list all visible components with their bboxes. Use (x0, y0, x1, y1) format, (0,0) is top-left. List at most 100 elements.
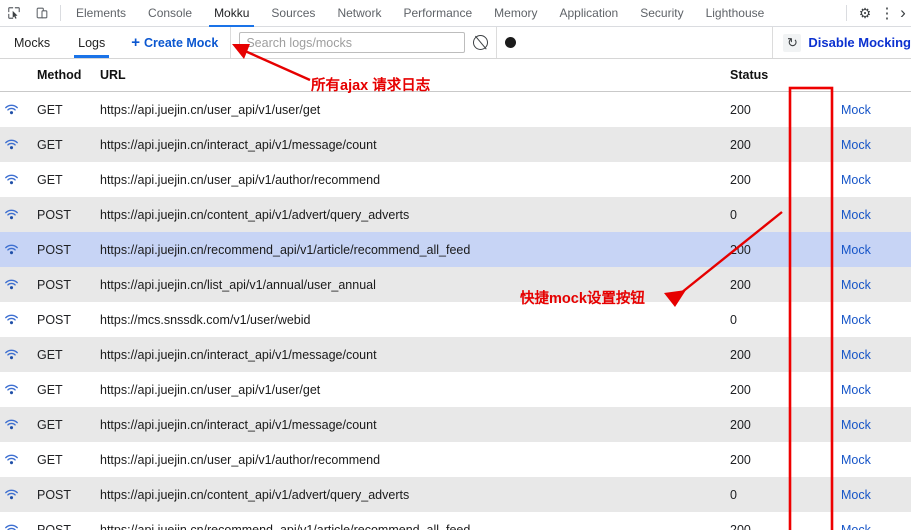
table-row[interactable]: POST https://api.juejin.cn/list_api/v1/an… (0, 267, 911, 302)
cell-status: 200 (730, 382, 751, 397)
mock-button[interactable]: Mock (826, 313, 911, 327)
request-type-icon (0, 349, 22, 360)
table-row[interactable]: POST https://mcs.snssdk.com/v1/user/webid… (0, 302, 911, 337)
kebab-menu-icon[interactable]: ⋮ (879, 0, 895, 26)
cell-method: POST (37, 487, 72, 502)
cell-method: POST (37, 312, 72, 327)
table-body: GET https://api.juejin.cn/user_api/v1/use… (0, 92, 911, 530)
table-row[interactable]: GET https://api.juejin.cn/interact_api/v1… (0, 127, 911, 162)
table-row[interactable]: GET https://api.juejin.cn/user_api/v1/use… (0, 92, 911, 127)
table-row[interactable]: POST https://api.juejin.cn/content_api/v1… (0, 477, 911, 512)
column-header-status[interactable]: Status (706, 68, 826, 82)
cell-url: https://api.juejin.cn/user_api/v1/author… (100, 452, 381, 467)
request-type-icon (0, 384, 22, 395)
cell-status: 200 (730, 277, 751, 292)
devtools-tab-label: Security (640, 6, 684, 20)
devtools-tab-security[interactable]: Security (629, 0, 694, 26)
mock-button-label: Mock (841, 242, 871, 257)
request-type-icon (0, 209, 22, 220)
request-type-icon-glyph (4, 524, 18, 530)
devtools-tab-console[interactable]: Console (137, 0, 203, 26)
create-mock-label: Create Mock (144, 35, 219, 50)
devtools-tab-memory[interactable]: Memory (483, 0, 548, 26)
chevron-right-glyph: › (900, 3, 906, 22)
table-row[interactable]: POST https://api.juejin.cn/content_api/v1… (0, 197, 911, 232)
mock-button-label: Mock (841, 207, 871, 222)
table-row[interactable]: GET https://api.juejin.cn/user_api/v1/aut… (0, 442, 911, 477)
record-icon[interactable] (505, 37, 517, 48)
request-type-icon-glyph (4, 244, 18, 255)
table-row[interactable]: GET https://api.juejin.cn/user_api/v1/aut… (0, 162, 911, 197)
devtools-tab-lighthouse[interactable]: Lighthouse (695, 0, 776, 26)
mock-button-label: Mock (841, 172, 871, 187)
toolbar-divider (60, 5, 61, 21)
devtools-tab-performance[interactable]: Performance (392, 0, 483, 26)
devtools-tab-network[interactable]: Network (326, 0, 392, 26)
chevron-right-icon[interactable]: › (895, 0, 911, 26)
disable-mocking-button[interactable]: Disable Mocking (808, 35, 911, 50)
record-group (496, 27, 772, 58)
mock-button[interactable]: Mock (826, 208, 911, 222)
search-input[interactable] (239, 32, 466, 53)
mock-button[interactable]: Mock (826, 278, 911, 292)
cell-status: 0 (730, 312, 737, 327)
cell-url: https://api.juejin.cn/interact_api/v1/me… (100, 347, 377, 362)
mock-button[interactable]: Mock (826, 383, 911, 397)
devtools-tab-label: Network (337, 6, 382, 20)
mock-button-label: Mock (841, 417, 871, 432)
devtools-tab-label: Mokku (214, 6, 250, 20)
table-row[interactable]: POST https://api.juejin.cn/recommend_api/… (0, 232, 911, 267)
mock-button-label: Mock (841, 137, 871, 152)
devtools-actions: ⚙ ⋮ › (851, 0, 911, 26)
mock-button[interactable]: Mock (826, 523, 911, 530)
request-type-icon (0, 489, 22, 500)
table-row[interactable]: GET https://api.juejin.cn/interact_api/v1… (0, 337, 911, 372)
column-header-method[interactable]: Method (0, 68, 100, 82)
refresh-icon[interactable]: ↻ (783, 33, 802, 52)
devtools-tab-mokku[interactable]: Mokku (203, 0, 260, 27)
device-toolbar-icon[interactable] (28, 0, 56, 26)
request-type-icon-glyph (4, 139, 18, 150)
tab-logs-label: Logs (78, 35, 106, 50)
cell-status: 200 (730, 102, 751, 117)
mock-button-label: Mock (841, 347, 871, 362)
request-type-icon-glyph (4, 349, 18, 360)
mock-button-label: Mock (841, 452, 871, 467)
gear-icon[interactable]: ⚙ (851, 0, 879, 26)
mock-button[interactable]: Mock (826, 173, 911, 187)
cell-status: 0 (730, 487, 737, 502)
cell-method: GET (37, 137, 63, 152)
cell-url: https://api.juejin.cn/user_api/v1/user/g… (100, 102, 321, 117)
devtools-tabbar: Elements Console Mokku Sources Network P… (0, 0, 911, 27)
create-mock-button[interactable]: + Create Mock (119, 27, 230, 58)
mock-button[interactable]: Mock (826, 103, 911, 117)
tab-mocks[interactable]: Mocks (0, 27, 64, 58)
request-type-icon-glyph (4, 104, 18, 115)
tab-logs[interactable]: Logs (64, 27, 119, 58)
devtools-tab-label: Sources (271, 6, 316, 20)
cell-method: GET (37, 172, 63, 187)
devtools-tab-label: Memory (494, 6, 538, 20)
mock-button[interactable]: Mock (826, 348, 911, 362)
mock-button[interactable]: Mock (826, 418, 911, 432)
mock-button[interactable]: Mock (826, 243, 911, 257)
mock-button[interactable]: Mock (826, 138, 911, 152)
cell-status: 200 (730, 137, 751, 152)
inspect-element-icon[interactable] (0, 0, 28, 26)
mock-button[interactable]: Mock (826, 453, 911, 467)
devtools-tab-elements[interactable]: Elements (65, 0, 137, 26)
clear-logs-icon[interactable] (473, 35, 489, 50)
devtools-tab-label: Application (559, 6, 619, 20)
request-type-icon (0, 174, 22, 185)
request-type-icon-glyph (4, 489, 18, 500)
table-row[interactable]: GET https://api.juejin.cn/interact_api/v1… (0, 407, 911, 442)
table-row[interactable]: POST https://api.juejin.cn/recommend_api/… (0, 512, 911, 530)
cell-url: https://api.juejin.cn/recommend_api/v1/a… (100, 242, 471, 257)
devtools-tab-application[interactable]: Application (549, 0, 630, 26)
devtools-tab-label: Elements (76, 6, 127, 20)
table-row[interactable]: GET https://api.juejin.cn/user_api/v1/use… (0, 372, 911, 407)
logs-table: Method URL Status GET https://api.juejin.… (0, 59, 911, 530)
mock-button-label: Mock (841, 382, 871, 397)
devtools-tab-sources[interactable]: Sources (260, 0, 326, 26)
mock-button[interactable]: Mock (826, 488, 911, 502)
